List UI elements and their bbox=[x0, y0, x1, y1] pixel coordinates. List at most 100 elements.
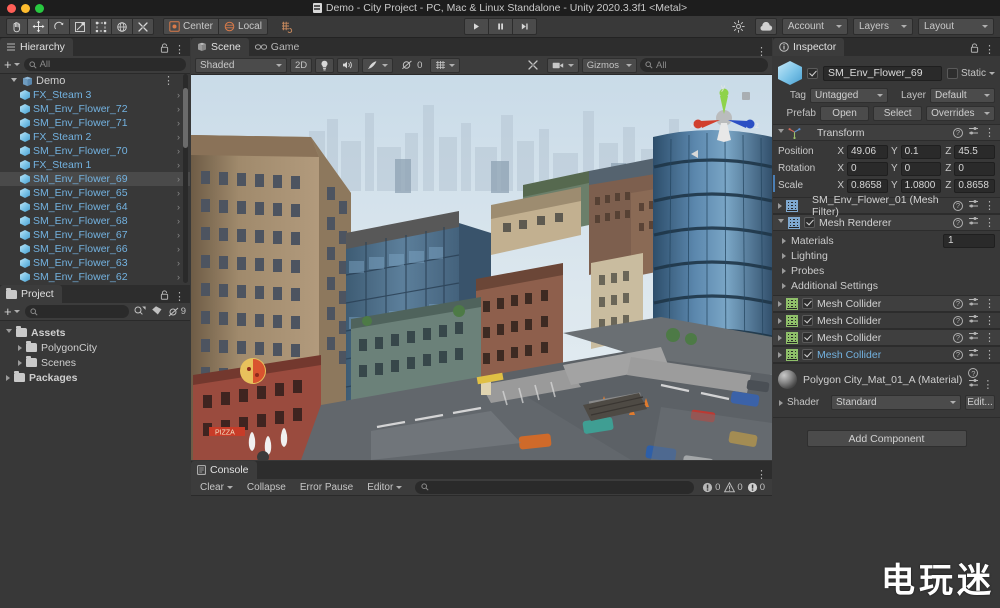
transform-y-input[interactable]: 0 bbox=[901, 162, 942, 176]
shader-dropdown[interactable]: Standard bbox=[831, 395, 961, 410]
preset-icon[interactable] bbox=[968, 216, 979, 229]
component-menu-icon[interactable]: ⋮ bbox=[984, 351, 995, 359]
console-log-area[interactable] bbox=[191, 496, 772, 608]
project-search-input[interactable] bbox=[25, 305, 129, 318]
prefab-chevron-icon[interactable]: › bbox=[177, 230, 180, 240]
scene-camera-dropdown[interactable] bbox=[547, 58, 579, 73]
tab-game[interactable]: Game bbox=[249, 38, 308, 56]
collapse-triangle-icon[interactable] bbox=[778, 129, 784, 136]
tag-dropdown[interactable]: Untagged bbox=[810, 88, 888, 103]
collider-enabled-checkbox[interactable] bbox=[802, 332, 813, 343]
expand-triangle-icon[interactable] bbox=[782, 253, 786, 259]
prefab-chevron-icon[interactable]: › bbox=[177, 258, 180, 268]
search-by-label-icon[interactable] bbox=[151, 305, 163, 319]
preset-icon[interactable] bbox=[968, 199, 979, 212]
preset-icon[interactable] bbox=[968, 331, 979, 344]
renderer-section-row[interactable]: Probes bbox=[773, 263, 1000, 278]
mesh-collider-header[interactable]: Mesh Collider?⋮ bbox=[773, 329, 1000, 346]
layout-dropdown[interactable]: Layout bbox=[918, 18, 994, 35]
transform-x-input[interactable]: 0 bbox=[847, 162, 888, 176]
project-tree-item[interactable]: PolygonCity bbox=[0, 340, 190, 355]
prefab-chevron-icon[interactable]: › bbox=[177, 132, 180, 142]
component-menu-icon[interactable]: ⋮ bbox=[984, 202, 995, 210]
scene-grid-button[interactable] bbox=[430, 58, 460, 73]
static-toggle-group[interactable]: Static bbox=[947, 68, 995, 79]
account-dropdown[interactable]: Account bbox=[782, 18, 848, 35]
mesh-renderer-enabled-checkbox[interactable] bbox=[804, 217, 815, 228]
prefab-chevron-icon[interactable]: › bbox=[177, 174, 180, 184]
prefab-chevron-icon[interactable]: › bbox=[177, 160, 180, 170]
hierarchy-item[interactable]: SM_Env_Flower_68› bbox=[0, 214, 190, 228]
prefab-chevron-icon[interactable]: › bbox=[177, 272, 180, 282]
hierarchy-item[interactable]: SM_Env_Flower_63› bbox=[0, 256, 190, 270]
collider-enabled-checkbox[interactable] bbox=[802, 349, 813, 360]
hierarchy-scrollbar[interactable] bbox=[183, 74, 188, 283]
expand-triangle-icon[interactable] bbox=[18, 345, 22, 351]
expand-triangle-icon[interactable] bbox=[779, 400, 783, 406]
scale-tool-button[interactable] bbox=[69, 18, 91, 35]
scene-audio-count[interactable]: 0 bbox=[396, 58, 427, 73]
mesh-collider-header[interactable]: Mesh Collider?⋮ bbox=[773, 346, 1000, 363]
scene-audio-button[interactable] bbox=[337, 58, 359, 73]
component-menu-icon[interactable]: ⋮ bbox=[982, 379, 993, 391]
expand-triangle-icon[interactable] bbox=[782, 238, 786, 244]
console-clear-button[interactable]: Clear bbox=[195, 480, 238, 494]
console-editor-dropdown[interactable]: Editor bbox=[362, 480, 407, 494]
expand-triangle-icon[interactable] bbox=[782, 268, 786, 274]
expand-triangle-icon[interactable] bbox=[782, 283, 786, 289]
scene-fx-dropdown[interactable] bbox=[362, 58, 393, 73]
hierarchy-item[interactable]: SM_Env_Flower_65› bbox=[0, 186, 190, 200]
search-by-type-icon[interactable] bbox=[134, 305, 146, 319]
renderer-section-value[interactable]: 1 bbox=[943, 234, 995, 248]
help-icon[interactable]: ? bbox=[953, 333, 963, 343]
hierarchy-root-item[interactable]: Demo ⋮ bbox=[0, 74, 190, 88]
collider-enabled-checkbox[interactable] bbox=[802, 315, 813, 326]
cloud-button[interactable] bbox=[755, 18, 777, 35]
hierarchy-item[interactable]: SM_Env_Flower_71› bbox=[0, 116, 190, 130]
pause-button[interactable] bbox=[488, 18, 513, 35]
component-menu-icon[interactable]: ⋮ bbox=[984, 334, 995, 342]
draw-mode-dropdown[interactable]: Shaded bbox=[195, 58, 287, 73]
prefab-open-button[interactable]: Open bbox=[820, 106, 869, 121]
transform-z-input[interactable]: 45.5 bbox=[954, 145, 995, 159]
component-menu-icon[interactable]: ⋮ bbox=[984, 300, 995, 308]
transform-z-input[interactable]: 0.8658 bbox=[954, 179, 995, 193]
prefab-select-button[interactable]: Select bbox=[873, 106, 922, 121]
material-header[interactable]: Polygon City_Mat_01_A (Material) ? ⋮ bbox=[773, 364, 1000, 395]
component-menu-icon[interactable]: ⋮ bbox=[984, 129, 995, 137]
prefab-chevron-icon[interactable]: › bbox=[177, 118, 180, 128]
hierarchy-item[interactable]: SM_Env_Flower_69› bbox=[0, 172, 190, 186]
hierarchy-item[interactable]: SM_Env_Flower_67› bbox=[0, 228, 190, 242]
pivot-mode-button[interactable]: Center bbox=[163, 18, 219, 35]
object-enabled-checkbox[interactable] bbox=[807, 68, 818, 79]
lock-icon[interactable] bbox=[970, 43, 979, 56]
hierarchy-item[interactable]: SM_Env_Flower_70› bbox=[0, 144, 190, 158]
project-tree-item[interactable]: Scenes bbox=[0, 355, 190, 370]
lock-icon[interactable] bbox=[160, 43, 169, 56]
tab-hierarchy[interactable]: Hierarchy bbox=[0, 38, 73, 56]
hierarchy-item[interactable]: SM_Env_Flower_64› bbox=[0, 200, 190, 214]
preset-icon[interactable] bbox=[968, 126, 979, 139]
project-tree[interactable]: AssetsPolygonCityScenesPackages bbox=[0, 321, 190, 608]
prefab-overrides-dropdown[interactable]: Overrides bbox=[926, 106, 995, 121]
rect-tool-button[interactable] bbox=[90, 18, 112, 35]
help-icon[interactable]: ? bbox=[953, 350, 963, 360]
tab-console[interactable]: Console bbox=[191, 461, 257, 479]
prefab-chevron-icon[interactable]: › bbox=[177, 90, 180, 100]
expand-triangle-icon[interactable] bbox=[18, 360, 22, 366]
rotate-tool-button[interactable] bbox=[48, 18, 70, 35]
preset-icon[interactable] bbox=[968, 314, 979, 327]
prefab-chevron-icon[interactable]: › bbox=[177, 104, 180, 114]
prefab-chevron-icon[interactable]: › bbox=[177, 244, 180, 254]
help-icon[interactable]: ? bbox=[953, 299, 963, 309]
scene-lighting-button[interactable] bbox=[315, 58, 334, 73]
console-warning-count[interactable]: 0 bbox=[724, 482, 742, 493]
transform-tool-button[interactable] bbox=[111, 18, 133, 35]
hierarchy-item[interactable]: FX_Steam 3› bbox=[0, 88, 190, 102]
help-icon[interactable]: ? bbox=[968, 368, 978, 378]
custom-tool-button[interactable] bbox=[132, 18, 154, 35]
prefab-chevron-icon[interactable]: › bbox=[177, 202, 180, 212]
hierarchy-item[interactable]: SM_Env_Flower_62› bbox=[0, 270, 190, 283]
tab-inspector[interactable]: Inspector bbox=[773, 38, 844, 56]
transform-z-input[interactable]: 0 bbox=[954, 162, 995, 176]
